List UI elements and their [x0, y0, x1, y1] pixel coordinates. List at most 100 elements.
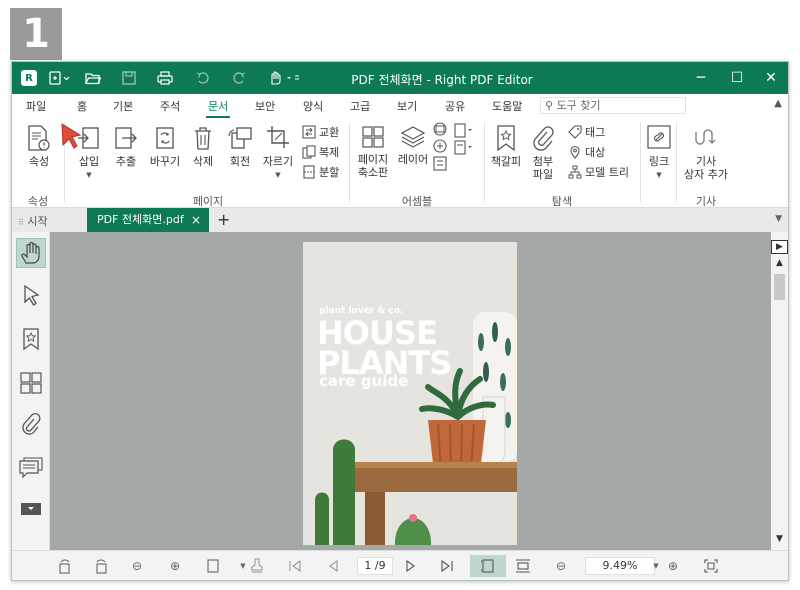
article-icon	[695, 129, 716, 145]
bookmark-button[interactable]: 책갈피	[488, 124, 524, 168]
menu-home[interactable]: 홈	[77, 98, 87, 114]
rotate-left-icon[interactable]	[56, 557, 74, 575]
page-thumbnails-button[interactable]: 페이지 축소판	[355, 124, 391, 179]
add-tab-button[interactable]: +	[217, 210, 230, 229]
menu-basic[interactable]: 기본	[113, 98, 133, 114]
first-page-icon[interactable]	[286, 557, 304, 575]
zoom-dropdown-icon[interactable]: ▼	[647, 557, 665, 575]
collapse-ribbon-icon[interactable]: ▲	[774, 98, 782, 109]
properties-label: 속성	[28, 155, 50, 168]
hand-tool-icon[interactable]	[16, 238, 46, 268]
menu-advanced[interactable]: 고급	[350, 98, 370, 114]
last-page-icon[interactable]	[438, 557, 456, 575]
open-folder-icon[interactable]	[82, 62, 104, 94]
menu-forms[interactable]: 양식	[303, 98, 323, 114]
previous-page-icon[interactable]	[324, 557, 342, 575]
minimize-icon[interactable]: ─	[684, 62, 718, 94]
document-tab-strip: ⠿ 시작 PDF 전체화면.pdf × + ▼	[12, 208, 788, 232]
duplicate-page-button[interactable]: 복제	[302, 144, 339, 160]
menu-help[interactable]: 도움말	[492, 98, 522, 114]
stamp-icon[interactable]	[248, 557, 266, 575]
layer-label: 레이어	[397, 153, 429, 166]
close-icon[interactable]: ✕	[754, 62, 788, 94]
comments-panel-icon[interactable]	[16, 454, 46, 484]
page-thumbnails-icon	[362, 126, 384, 148]
replace-page-button[interactable]: 바꾸기	[146, 124, 184, 168]
menu-view[interactable]: 보기	[397, 98, 417, 114]
document-canvas[interactable]: plant lover & co. HOUSE PLANTS care guid…	[50, 232, 771, 550]
crop-page-button[interactable]: 자르기 ▼	[260, 124, 296, 182]
tag-button[interactable]: 태그	[568, 124, 605, 140]
undo-icon[interactable]	[192, 62, 214, 94]
rotate-right-icon[interactable]	[92, 557, 110, 575]
bookmarks-panel-icon[interactable]	[16, 324, 46, 354]
menu-share[interactable]: 공유	[445, 98, 465, 114]
save-icon[interactable]	[118, 62, 140, 94]
menu-annotate[interactable]: 주석	[160, 98, 180, 114]
swap-page-button[interactable]: 교환	[302, 124, 339, 140]
tab-start[interactable]: ⠿ 시작	[18, 213, 48, 229]
app-window: R PDF 전체화면 - Right PDF Editor ─ ☐ ✕ 파일 홈	[11, 61, 789, 581]
next-page-icon[interactable]	[402, 557, 420, 575]
back-icon[interactable]: ⊖	[128, 557, 146, 575]
hand-tool-icon[interactable]	[264, 62, 304, 94]
mouse-cursor-icon	[61, 123, 82, 149]
zoom-level-input[interactable]: 9.49%	[585, 557, 655, 575]
redo-icon[interactable]	[228, 62, 250, 94]
menu-bar: 파일 홈 기본 주석 문서 보안 양식 고급 보기 공유 도움말 ⚲ 도구 찾기…	[12, 94, 788, 118]
close-tab-icon[interactable]: ×	[191, 208, 201, 232]
fit-page-icon[interactable]	[470, 555, 506, 577]
select-arrow-icon[interactable]	[16, 280, 46, 310]
menu-document[interactable]: 문서	[205, 98, 231, 118]
paperclip-icon	[533, 126, 554, 151]
duplicate-label: 복제	[319, 146, 340, 159]
menu-security[interactable]: 보안	[255, 98, 275, 114]
search-placeholder: 도구 찾기	[556, 99, 601, 112]
scroll-up-icon[interactable]: ▲	[771, 258, 788, 268]
target-button[interactable]: 대상	[568, 144, 605, 160]
app-icon[interactable]: R	[20, 62, 38, 94]
full-screen-icon[interactable]	[702, 557, 720, 575]
layer-button[interactable]: 레이어	[395, 124, 431, 166]
properties-button[interactable]: 속성	[24, 124, 54, 168]
thumbnails-panel-icon[interactable]	[16, 368, 46, 398]
rotate-page-button[interactable]: 회전	[225, 124, 255, 168]
page-number-input[interactable]: 1 /9	[357, 557, 393, 575]
new-document-icon[interactable]	[46, 62, 74, 94]
fit-width-icon[interactable]	[514, 557, 532, 575]
print-icon[interactable]	[154, 62, 176, 94]
start-tab-label: 시작	[27, 215, 48, 228]
start-tab-icon: ⠿	[18, 218, 24, 227]
status-bar: ⊖ ⊕ ▼ 1 /9 ⊖ 9.49% ▼ ⊕	[12, 550, 788, 580]
zoom-in-icon[interactable]: ⊕	[664, 557, 682, 575]
vertical-scrollbar[interactable]: ▶ ▲ ▼	[771, 232, 788, 550]
tab-list-dropdown-icon[interactable]: ▼	[775, 214, 782, 224]
model-tree-button[interactable]: 모델 트리	[568, 164, 629, 180]
layers-icon	[400, 126, 426, 148]
assemble-tools-icon	[433, 122, 447, 171]
attach-file-button[interactable]: 첨부 파일	[528, 124, 558, 181]
assemble-tool-1[interactable]	[430, 122, 450, 175]
document-page: plant lover & co. HOUSE PLANTS care guid…	[303, 242, 517, 545]
scroll-down-icon[interactable]: ▼	[771, 534, 788, 544]
zoom-out-icon[interactable]: ⊖	[552, 557, 570, 575]
swap-icon	[302, 125, 316, 139]
scroll-thumb[interactable]	[774, 274, 785, 300]
assemble-tool-2[interactable]	[452, 122, 476, 159]
tab-document[interactable]: PDF 전체화면.pdf ×	[87, 208, 209, 232]
forward-icon[interactable]: ⊕	[166, 557, 184, 575]
split-document-button[interactable]: 분할	[302, 164, 339, 180]
add-article-box-button[interactable]: 기사 상자 추가	[680, 124, 732, 181]
panel-expand-icon[interactable]: ▶	[771, 240, 788, 254]
panel-menu-icon[interactable]	[16, 494, 46, 524]
single-page-view-icon[interactable]	[204, 557, 222, 575]
split-icon	[303, 165, 315, 179]
search-input[interactable]: ⚲ 도구 찾기	[540, 97, 686, 114]
extract-page-button[interactable]: 추출	[111, 124, 141, 168]
maximize-icon[interactable]: ☐	[720, 62, 754, 94]
menu-file[interactable]: 파일	[26, 98, 46, 114]
link-button[interactable]: 링크 ▼	[644, 124, 674, 182]
attachments-panel-icon[interactable]	[16, 410, 46, 440]
delete-page-button[interactable]: 삭제	[188, 124, 218, 168]
target-label: 대상	[585, 146, 606, 159]
